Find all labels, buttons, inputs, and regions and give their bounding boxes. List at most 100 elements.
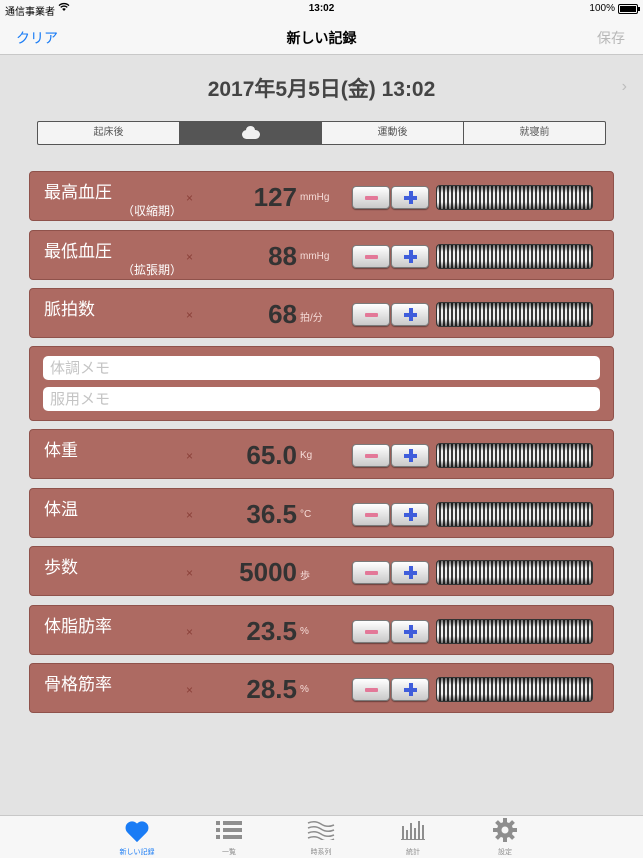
segment-weather[interactable] (180, 122, 322, 144)
decrement-button[interactable] (352, 303, 390, 326)
value-wheel[interactable] (436, 185, 593, 210)
tab-list[interactable]: 一覧 (199, 816, 259, 858)
metric-unit: °C (300, 509, 312, 520)
plus-icon (404, 683, 417, 696)
diastolic-card: 最低血圧 （拡張期） × 88 mmHg (29, 230, 614, 280)
times-mark: × (186, 191, 194, 205)
steps-card: 歩数 × 5000 歩 (29, 546, 614, 596)
metric-value: 127 (253, 182, 297, 212)
tab-label: 新しい記録 (119, 849, 155, 856)
tab-timeline[interactable]: 時系列 (291, 816, 351, 858)
increment-button[interactable] (391, 186, 429, 209)
timing-segmented-control: 起床後 運動後 就寝前 (37, 121, 606, 145)
metric-sublabel: （拡張期） (122, 263, 183, 277)
minus-icon (365, 688, 378, 692)
save-button[interactable]: 保存 (597, 28, 625, 48)
pulse-card: 脈拍数 × 68 拍/分 (29, 288, 614, 338)
plus-icon (404, 308, 417, 321)
tab-bar: 新しい記録 一覧 時系列 統計 設定 (0, 815, 643, 858)
increment-button[interactable] (391, 503, 429, 526)
list-icon (199, 820, 259, 844)
value-wheel[interactable] (436, 502, 593, 527)
minus-icon (365, 630, 378, 634)
increment-button[interactable] (391, 444, 429, 467)
metric-label: 最高血圧 (44, 183, 112, 202)
tab-label: 一覧 (222, 849, 236, 856)
decrement-button[interactable] (352, 678, 390, 701)
plus-icon (404, 449, 417, 462)
increment-button[interactable] (391, 561, 429, 584)
record-datetime[interactable]: 2017年5月5日(金) 13:02 (0, 73, 643, 103)
metric-unit: % (300, 684, 309, 695)
tab-statistics[interactable]: 統計 (383, 816, 443, 858)
plus-icon (404, 566, 417, 579)
status-time: 13:02 (308, 3, 335, 14)
value-wheel[interactable] (436, 443, 593, 468)
tab-label: 統計 (406, 849, 420, 856)
condition-memo-input[interactable] (43, 356, 600, 380)
tab-new-record[interactable]: 新しい記録 (107, 816, 167, 858)
decrement-button[interactable] (352, 503, 390, 526)
battery-icon (618, 4, 640, 14)
value-wheel[interactable] (436, 619, 593, 644)
medication-memo-input[interactable] (43, 387, 600, 411)
increment-button[interactable] (391, 303, 429, 326)
value-wheel[interactable] (436, 244, 593, 269)
metric-sublabel: （収縮期） (122, 204, 183, 218)
plus-icon (404, 625, 417, 638)
minus-icon (365, 513, 378, 517)
weight-card: 体重 × 65.0 Kg (29, 429, 614, 479)
plus-icon (404, 508, 417, 521)
metric-value: 23.5 (246, 616, 297, 646)
metric-value: 28.5 (246, 674, 297, 704)
gear-icon (475, 818, 535, 844)
metric-value: 5000 (239, 557, 297, 587)
metric-label: 歩数 (44, 558, 78, 577)
tab-label: 時系列 (310, 849, 332, 856)
segment-before-bed[interactable]: 就寝前 (464, 122, 605, 144)
times-mark: × (186, 508, 194, 522)
decrement-button[interactable] (352, 444, 390, 467)
metric-label: 骨格筋率 (44, 675, 112, 694)
page-title: 新しい記録 (286, 30, 357, 46)
metric-unit: mmHg (300, 251, 330, 262)
times-mark: × (186, 449, 194, 463)
times-mark: × (186, 250, 194, 264)
bar-chart-icon (383, 820, 443, 844)
times-mark: × (186, 625, 194, 639)
value-wheel[interactable] (436, 677, 593, 702)
decrement-button[interactable] (352, 245, 390, 268)
metric-unit: Kg (300, 450, 313, 461)
minus-icon (365, 196, 378, 200)
segment-after-exercise[interactable]: 運動後 (322, 122, 464, 144)
increment-button[interactable] (391, 620, 429, 643)
memo-card (29, 346, 614, 421)
metric-value: 88 (268, 241, 297, 271)
systolic-card: 最高血圧 （収縮期） × 127 mmHg (29, 171, 614, 221)
metric-label: 最低血圧 (44, 242, 112, 261)
metric-label: 脈拍数 (44, 300, 95, 319)
value-wheel[interactable] (436, 560, 593, 585)
increment-button[interactable] (391, 678, 429, 701)
metric-unit: mmHg (300, 192, 330, 203)
value-wheel[interactable] (436, 302, 593, 327)
decrement-button[interactable] (352, 561, 390, 584)
plus-icon (404, 191, 417, 204)
plus-icon (404, 250, 417, 263)
metric-unit: 歩 (300, 571, 310, 582)
increment-button[interactable] (391, 245, 429, 268)
minus-icon (365, 571, 378, 575)
segment-after-waking[interactable]: 起床後 (38, 122, 180, 144)
metric-value: 65.0 (246, 440, 297, 470)
chevron-right-icon[interactable]: › (622, 78, 627, 96)
tab-settings[interactable]: 設定 (475, 816, 535, 858)
minus-icon (365, 255, 378, 259)
metric-unit: % (300, 626, 309, 637)
heart-icon (125, 822, 149, 844)
times-mark: × (186, 566, 194, 580)
metric-label: 体脂肪率 (44, 617, 112, 636)
skeletal-muscle-card: 骨格筋率 × 28.5 % (29, 663, 614, 713)
decrement-button[interactable] (352, 186, 390, 209)
decrement-button[interactable] (352, 620, 390, 643)
body-fat-card: 体脂肪率 × 23.5 % (29, 605, 614, 655)
